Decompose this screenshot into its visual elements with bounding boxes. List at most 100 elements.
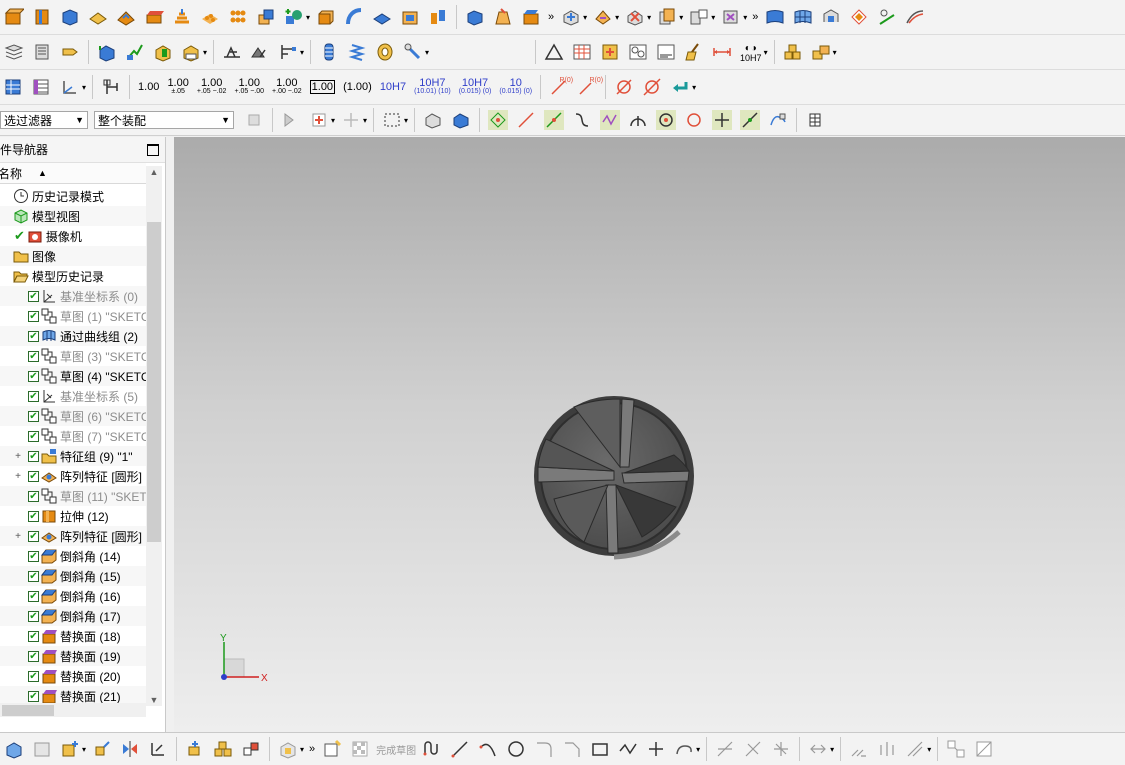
replace-component-icon[interactable] (241, 739, 261, 759)
dropdown-arrow-icon[interactable]: ▾ (679, 13, 683, 22)
assembly-constraint-icon[interactable] (153, 42, 173, 62)
general-selection-icon[interactable] (244, 110, 264, 130)
dropdown-arrow-icon[interactable]: ▾ (82, 745, 86, 754)
toolbar-overflow-button[interactable]: » (309, 743, 315, 755)
dropdown-arrow-icon[interactable]: ▾ (927, 745, 931, 754)
feature-checkbox[interactable] (28, 630, 39, 642)
stacked-blocks-icon[interactable] (783, 42, 803, 62)
dropdown-arrow-icon[interactable]: ▾ (743, 13, 747, 22)
rectangle-icon[interactable] (590, 739, 610, 759)
sketch-circles-icon[interactable] (628, 42, 648, 62)
return-arrow-icon[interactable] (670, 77, 690, 97)
title-block-icon[interactable] (656, 42, 676, 62)
dropdown-arrow-icon[interactable]: ▾ (830, 745, 834, 754)
component-icon[interactable] (32, 739, 52, 759)
tolerance-symmetric-button[interactable]: 1.00 ±.05 (167, 78, 188, 96)
fit-tolerance-button[interactable]: 10H7 (0.015) (0) (459, 78, 492, 96)
tree-row[interactable]: 拉伸 (12) (0, 506, 146, 526)
tree-row[interactable]: 基准坐标系 (0) (0, 286, 146, 306)
dropdown-arrow-icon[interactable]: ▾ (615, 13, 619, 22)
stacked-sheets-icon[interactable] (4, 42, 24, 62)
project-curve-icon[interactable] (946, 739, 966, 759)
expand-icon[interactable]: + (14, 531, 22, 542)
grid-toggle-icon[interactable] (805, 110, 825, 130)
mirror-curve-icon[interactable] (877, 739, 897, 759)
line-icon[interactable] (450, 739, 470, 759)
bearing-ring-icon[interactable] (375, 42, 395, 62)
graphics-window[interactable]: Y X (174, 137, 1125, 732)
mesh-surface-icon[interactable] (793, 7, 813, 27)
tree-row[interactable]: 倒斜角 (16) (0, 586, 146, 606)
dropdown-arrow-icon[interactable]: ▾ (692, 83, 696, 92)
scroll-up-icon[interactable]: ▲ (146, 164, 162, 180)
feature-checkbox[interactable] (28, 590, 39, 602)
tree-row[interactable]: 通过曲线组 (2) (0, 326, 146, 346)
tree-row[interactable]: 替换面 (18) (0, 626, 146, 646)
snap-arc-center-icon[interactable] (628, 110, 648, 130)
tree-row[interactable]: 草图 (3) "SKETCH (0, 346, 146, 366)
array-holes-icon[interactable] (228, 7, 248, 27)
tolerance-unilateral-plus-button[interactable]: 1.00 +.05 −.00 (234, 78, 264, 96)
dot-pattern-icon[interactable] (200, 7, 220, 27)
snap-circle-center-icon[interactable] (656, 110, 677, 130)
dropdown-arrow-icon[interactable]: ▾ (833, 48, 837, 57)
add-component-icon[interactable] (97, 42, 117, 62)
trim-body-icon[interactable] (465, 7, 485, 27)
model-canvas[interactable]: Y X (174, 137, 1125, 732)
make-corner-icon[interactable] (771, 739, 791, 759)
offset-region-icon[interactable] (721, 7, 741, 27)
dropdown-arrow-icon[interactable]: ▾ (331, 116, 335, 125)
tree-row[interactable]: 草图 (4) "SKETCH (0, 366, 146, 386)
label-tag-icon[interactable] (60, 42, 80, 62)
draft-icon[interactable] (493, 7, 513, 27)
tree-row[interactable]: 模型历史记录 (0, 266, 146, 286)
sheet-add-icon[interactable] (600, 42, 620, 62)
feature-checkbox[interactable] (28, 370, 39, 382)
tree-row[interactable]: 倒斜角 (15) (0, 566, 146, 586)
offset-feature-icon[interactable] (144, 7, 164, 27)
point-icon[interactable] (646, 739, 666, 759)
snap-end-point-icon[interactable] (516, 110, 536, 130)
tree-row[interactable]: 草图 (7) "SKETCH (0, 426, 146, 446)
select-body-icon[interactable] (423, 110, 443, 130)
scroll-down-icon[interactable]: ▼ (146, 692, 162, 708)
fit-tolerance-plain-button[interactable]: 10 (0.015) (0) (499, 78, 532, 96)
box-feature-icon[interactable] (60, 7, 80, 27)
snap-intersection-icon[interactable] (600, 110, 621, 130)
sketch-icon[interactable] (322, 739, 342, 759)
diameter-leader-icon[interactable] (642, 77, 662, 97)
feature-checkbox[interactable] (28, 690, 39, 702)
tree-row[interactable]: 草图 (11) "SKETCH (0, 486, 146, 506)
tree-row[interactable]: + 特征组 (9) "1" (0, 446, 146, 466)
quick-extend-icon[interactable] (743, 739, 763, 759)
radius-icon[interactable]: R(0) (549, 77, 573, 97)
intersection-curve-icon[interactable] (974, 739, 994, 759)
feature-checkbox[interactable] (28, 410, 39, 422)
fit-limit-button[interactable]: 10H7 (380, 82, 406, 93)
pattern-curve-icon[interactable] (849, 739, 869, 759)
feature-checkbox[interactable] (28, 610, 39, 622)
array-component-icon[interactable] (213, 739, 233, 759)
derived-line-icon[interactable] (905, 739, 925, 759)
styled-sweep-icon[interactable] (849, 7, 869, 27)
finish-sketch-flag-icon[interactable] (350, 739, 370, 759)
move-component-icon[interactable] (185, 739, 205, 759)
feature-checkbox[interactable] (28, 570, 39, 582)
tolerance-basic-button[interactable]: 1.00 (309, 80, 336, 94)
move-face-icon[interactable] (561, 7, 581, 27)
tree-row[interactable]: + 阵列特征 [圆形] (0, 466, 146, 486)
select-feature-icon[interactable] (281, 110, 301, 130)
feature-checkbox[interactable] (28, 310, 39, 322)
resize-face-icon[interactable] (689, 7, 709, 27)
tree-row[interactable]: 草图 (6) "SKETCH (0, 406, 146, 426)
snap-mid-point-icon[interactable] (544, 110, 565, 130)
emboss-feature-icon[interactable] (116, 7, 136, 27)
tree-row[interactable]: ✔ 摄像机 (0, 226, 146, 246)
dropdown-arrow-icon[interactable]: ▾ (300, 48, 304, 57)
fit-symbol-select[interactable]: ◐◑ 10H7 (740, 43, 762, 62)
tree-row[interactable]: 倒斜角 (17) (0, 606, 146, 626)
feature-checkbox[interactable] (28, 450, 39, 462)
hollow-box-icon[interactable] (316, 7, 336, 27)
snap-control-point-icon[interactable] (572, 110, 592, 130)
feature-checkbox[interactable] (28, 490, 39, 502)
